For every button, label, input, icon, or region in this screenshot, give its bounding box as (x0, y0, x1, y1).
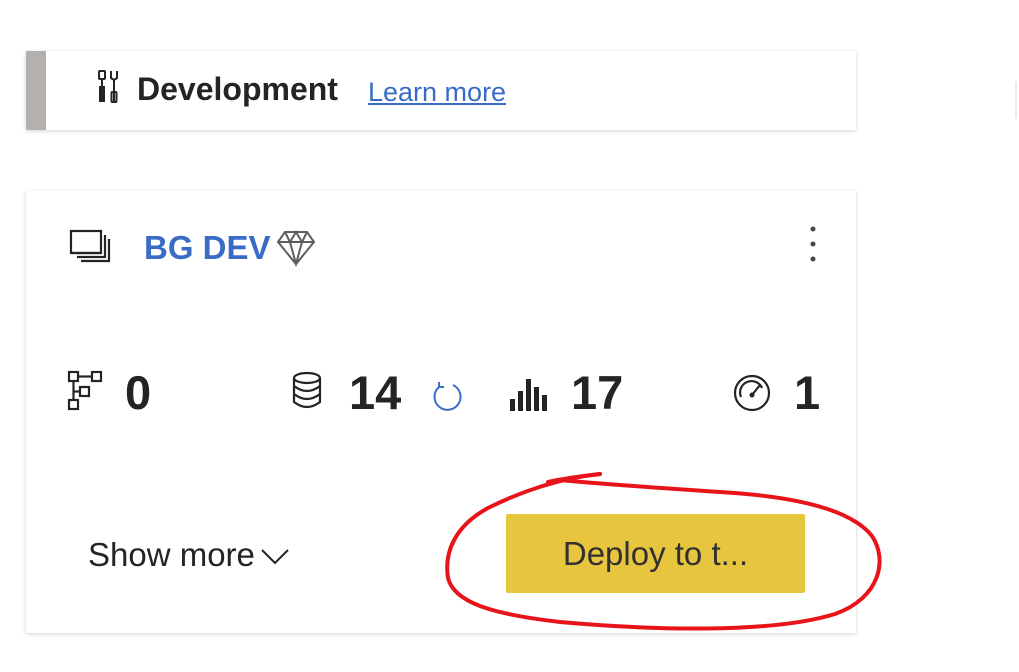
learn-more-link[interactable]: Learn more (368, 77, 506, 108)
bar-chart-icon (510, 379, 547, 411)
dashboards-count: 1 (794, 366, 821, 419)
dataflows-count: 0 (125, 366, 152, 419)
database-icon (292, 371, 322, 409)
workspace-icon (69, 229, 111, 263)
datasets-count: 14 (349, 366, 402, 419)
workspace-card: BG DEV 0 14 17 1 Show more Deploy to t..… (26, 191, 856, 633)
stage-accent-bar (26, 51, 46, 130)
reports-count: 17 (571, 366, 624, 419)
show-more-label: Show more (88, 536, 255, 573)
gauge-icon (733, 374, 771, 412)
scroll-divider (1015, 82, 1017, 118)
tools-icon (98, 70, 118, 103)
stage-title: Development (137, 71, 338, 107)
deploy-button[interactable]: Deploy to t... (506, 514, 805, 593)
chevron-down-icon (261, 549, 289, 565)
diamond-icon (276, 230, 316, 267)
more-vertical-icon[interactable] (799, 223, 827, 265)
workspace-name-link[interactable]: BG DEV (144, 229, 271, 267)
refresh-icon[interactable] (430, 379, 464, 413)
deployment-pipeline-page: Development Learn more BG DEV 0 14 17 1 … (0, 0, 1019, 672)
stage-header-card: Development Learn more (26, 51, 856, 130)
show-more-button[interactable]: Show more (88, 536, 291, 574)
dataflow-icon (67, 370, 103, 411)
